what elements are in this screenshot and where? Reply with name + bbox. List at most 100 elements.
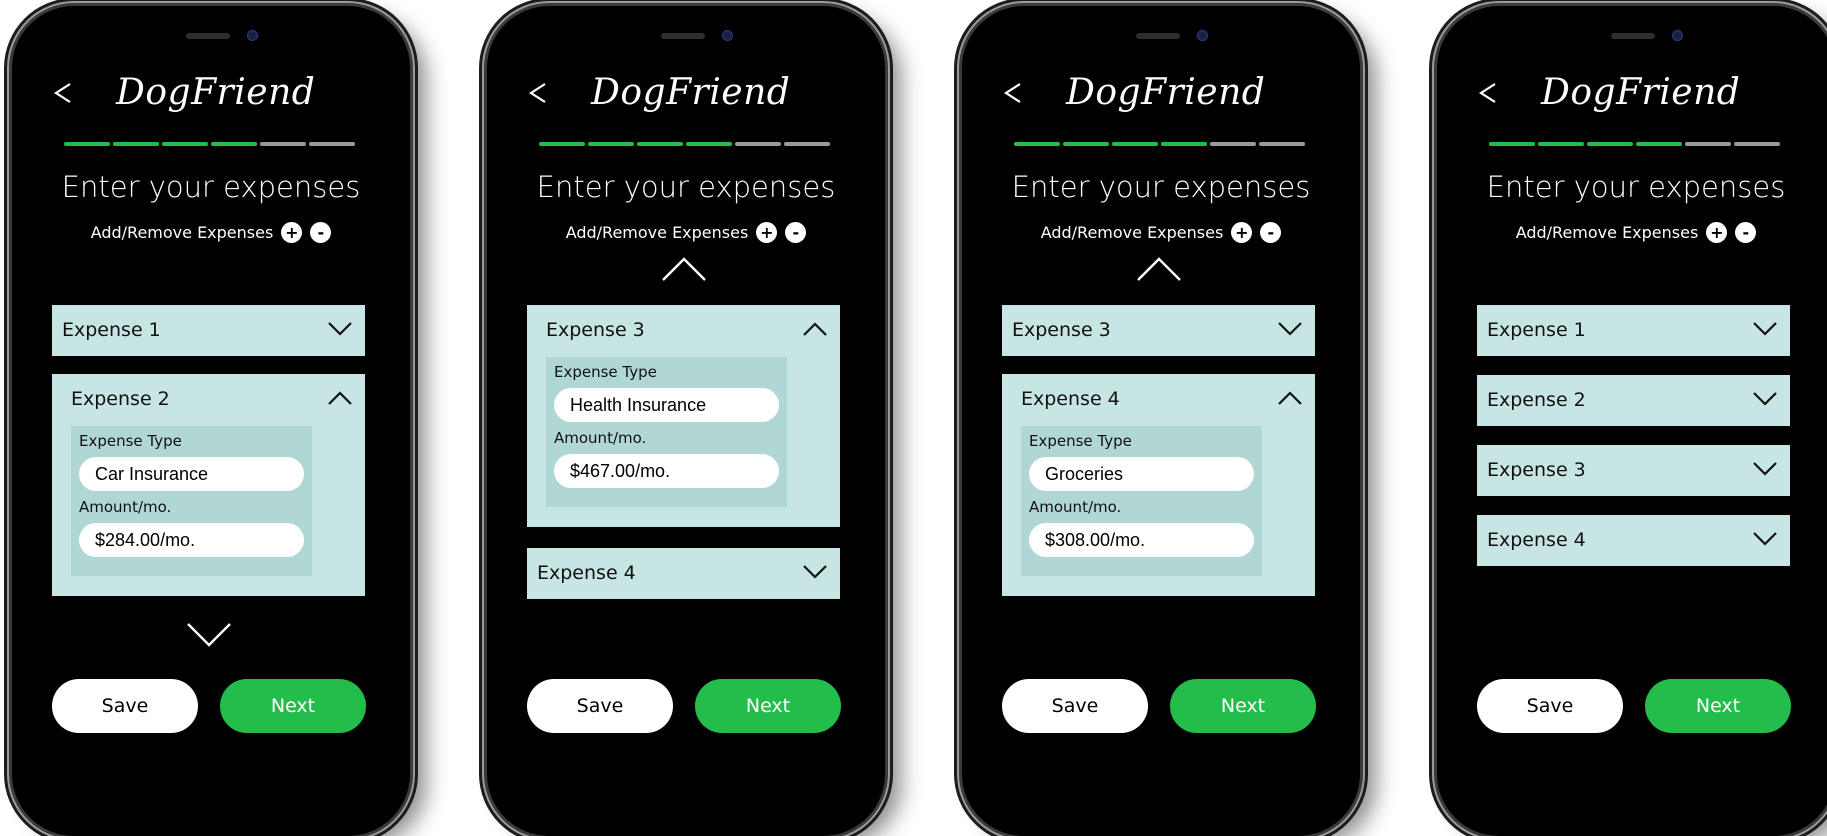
progress-bar [539, 142, 830, 146]
back-chevron-icon[interactable] [52, 82, 74, 104]
expense-label: Expense 4 [1487, 529, 1586, 551]
chevron-down-icon[interactable] [1752, 461, 1778, 477]
add-remove-row: Add/Remove Expenses + - [1437, 222, 1827, 243]
expense-row-collapsed[interactable]: Expense 1 [52, 305, 365, 356]
page-title: Enter your expenses [536, 170, 836, 204]
back-chevron-icon[interactable] [1477, 82, 1499, 104]
back-chevron-icon[interactable] [1002, 82, 1024, 104]
remove-expense-icon[interactable]: - [310, 222, 332, 243]
expense-type-label: Expense Type [79, 432, 182, 450]
chevron-up-icon[interactable] [1277, 390, 1303, 406]
chevron-down-icon[interactable] [802, 564, 828, 580]
progress-segment [1210, 142, 1256, 146]
expense-panel-expanded: Expense 4 Expense Type Amount/mo. [1002, 374, 1315, 596]
remove-expense-icon[interactable]: - [785, 222, 807, 243]
app-logo: DogFriend [116, 72, 316, 113]
expense-label: Expense 1 [62, 319, 161, 341]
add-remove-label: Add/Remove Expenses [90, 223, 274, 242]
speaker-grille [1136, 33, 1180, 39]
progress-segment [588, 142, 634, 146]
chevron-down-icon[interactable] [1752, 531, 1778, 547]
remove-expense-icon[interactable]: - [1260, 222, 1282, 243]
progress-segment [1014, 142, 1060, 146]
chevron-up-icon[interactable] [327, 390, 353, 406]
front-camera [247, 30, 258, 41]
progress-segment [1112, 142, 1158, 146]
add-remove-label: Add/Remove Expenses [1040, 223, 1224, 242]
next-button[interactable]: Next [1645, 679, 1791, 733]
app-logo: DogFriend [1541, 72, 1741, 113]
add-remove-row: Add/Remove Expenses + - [487, 222, 885, 243]
speaker-grille [186, 33, 230, 39]
amount-input[interactable] [554, 454, 779, 488]
phone-screen-2: DogFriend Enter your expenses Add/Remove… [487, 6, 885, 836]
progress-segment [64, 142, 110, 146]
chevron-down-icon[interactable] [327, 321, 353, 337]
expense-label: Expense 3 [1487, 459, 1586, 481]
save-button[interactable]: Save [52, 679, 198, 733]
expense-label: Expense 3 [1012, 319, 1111, 341]
progress-bar [64, 142, 355, 146]
expense-type-input[interactable] [1029, 457, 1254, 491]
expense-details: Expense Type Amount/mo. [1021, 426, 1262, 576]
progress-segment [686, 142, 732, 146]
amount-input[interactable] [79, 523, 304, 557]
progress-segment [1161, 142, 1207, 146]
progress-segment [309, 142, 355, 146]
expense-row-collapsed[interactable]: Expense 3 [1477, 445, 1790, 496]
phone-screen-4: DogFriend Enter your expenses Add/Remove… [1437, 6, 1827, 836]
app-logo: DogFriend [1066, 72, 1266, 113]
expense-label: Expense 2 [71, 388, 170, 410]
expense-label: Expense 2 [1487, 389, 1586, 411]
progress-segment [637, 142, 683, 146]
amount-input[interactable] [1029, 523, 1254, 557]
progress-segment [1259, 142, 1305, 146]
progress-segment [113, 142, 159, 146]
save-button[interactable]: Save [527, 679, 673, 733]
chevron-down-icon[interactable] [1752, 391, 1778, 407]
expense-row-collapsed[interactable]: Expense 4 [1477, 515, 1790, 566]
phone-screen-1: DogFriend Enter your expenses Add/Remove… [12, 6, 410, 836]
expense-type-input[interactable] [79, 457, 304, 491]
add-expense-icon[interactable]: + [1231, 222, 1253, 243]
expense-details: Expense Type Amount/mo. [71, 426, 312, 576]
page-title: Enter your expenses [1486, 170, 1786, 204]
expense-type-input[interactable] [554, 388, 779, 422]
add-expense-icon[interactable]: + [1706, 222, 1728, 243]
scroll-up-icon[interactable] [1136, 256, 1182, 282]
amount-label: Amount/mo. [79, 498, 172, 516]
expense-row-collapsed[interactable]: Expense 4 [527, 548, 840, 599]
remove-expense-icon[interactable]: - [1735, 222, 1757, 243]
expense-row-collapsed[interactable]: Expense 3 [1002, 305, 1315, 356]
app-logo: DogFriend [591, 72, 791, 113]
add-expense-icon[interactable]: + [756, 222, 778, 243]
next-button[interactable]: Next [220, 679, 366, 733]
chevron-down-icon[interactable] [1752, 321, 1778, 337]
scroll-up-icon[interactable] [661, 256, 707, 282]
back-chevron-icon[interactable] [527, 82, 549, 104]
add-remove-row: Add/Remove Expenses + - [12, 222, 410, 243]
chevron-down-icon[interactable] [1277, 321, 1303, 337]
expense-type-label: Expense Type [1029, 432, 1132, 450]
progress-bar [1014, 142, 1305, 146]
next-button[interactable]: Next [1170, 679, 1316, 733]
progress-segment [1685, 142, 1731, 146]
page-title: Enter your expenses [61, 170, 361, 204]
expense-row-collapsed[interactable]: Expense 1 [1477, 305, 1790, 356]
add-remove-label: Add/Remove Expenses [1515, 223, 1699, 242]
front-camera [722, 30, 733, 41]
progress-segment [1636, 142, 1682, 146]
expense-label: Expense 4 [537, 562, 636, 584]
chevron-up-icon[interactable] [802, 321, 828, 337]
phone-screen-3: DogFriend Enter your expenses Add/Remove… [962, 6, 1360, 836]
progress-segment [784, 142, 830, 146]
scroll-down-icon[interactable] [186, 622, 232, 648]
expense-details: Expense Type Amount/mo. [546, 357, 787, 507]
save-button[interactable]: Save [1002, 679, 1148, 733]
progress-segment [1063, 142, 1109, 146]
progress-segment [1489, 142, 1535, 146]
next-button[interactable]: Next [695, 679, 841, 733]
save-button[interactable]: Save [1477, 679, 1623, 733]
add-expense-icon[interactable]: + [281, 222, 303, 243]
expense-row-collapsed[interactable]: Expense 2 [1477, 375, 1790, 426]
